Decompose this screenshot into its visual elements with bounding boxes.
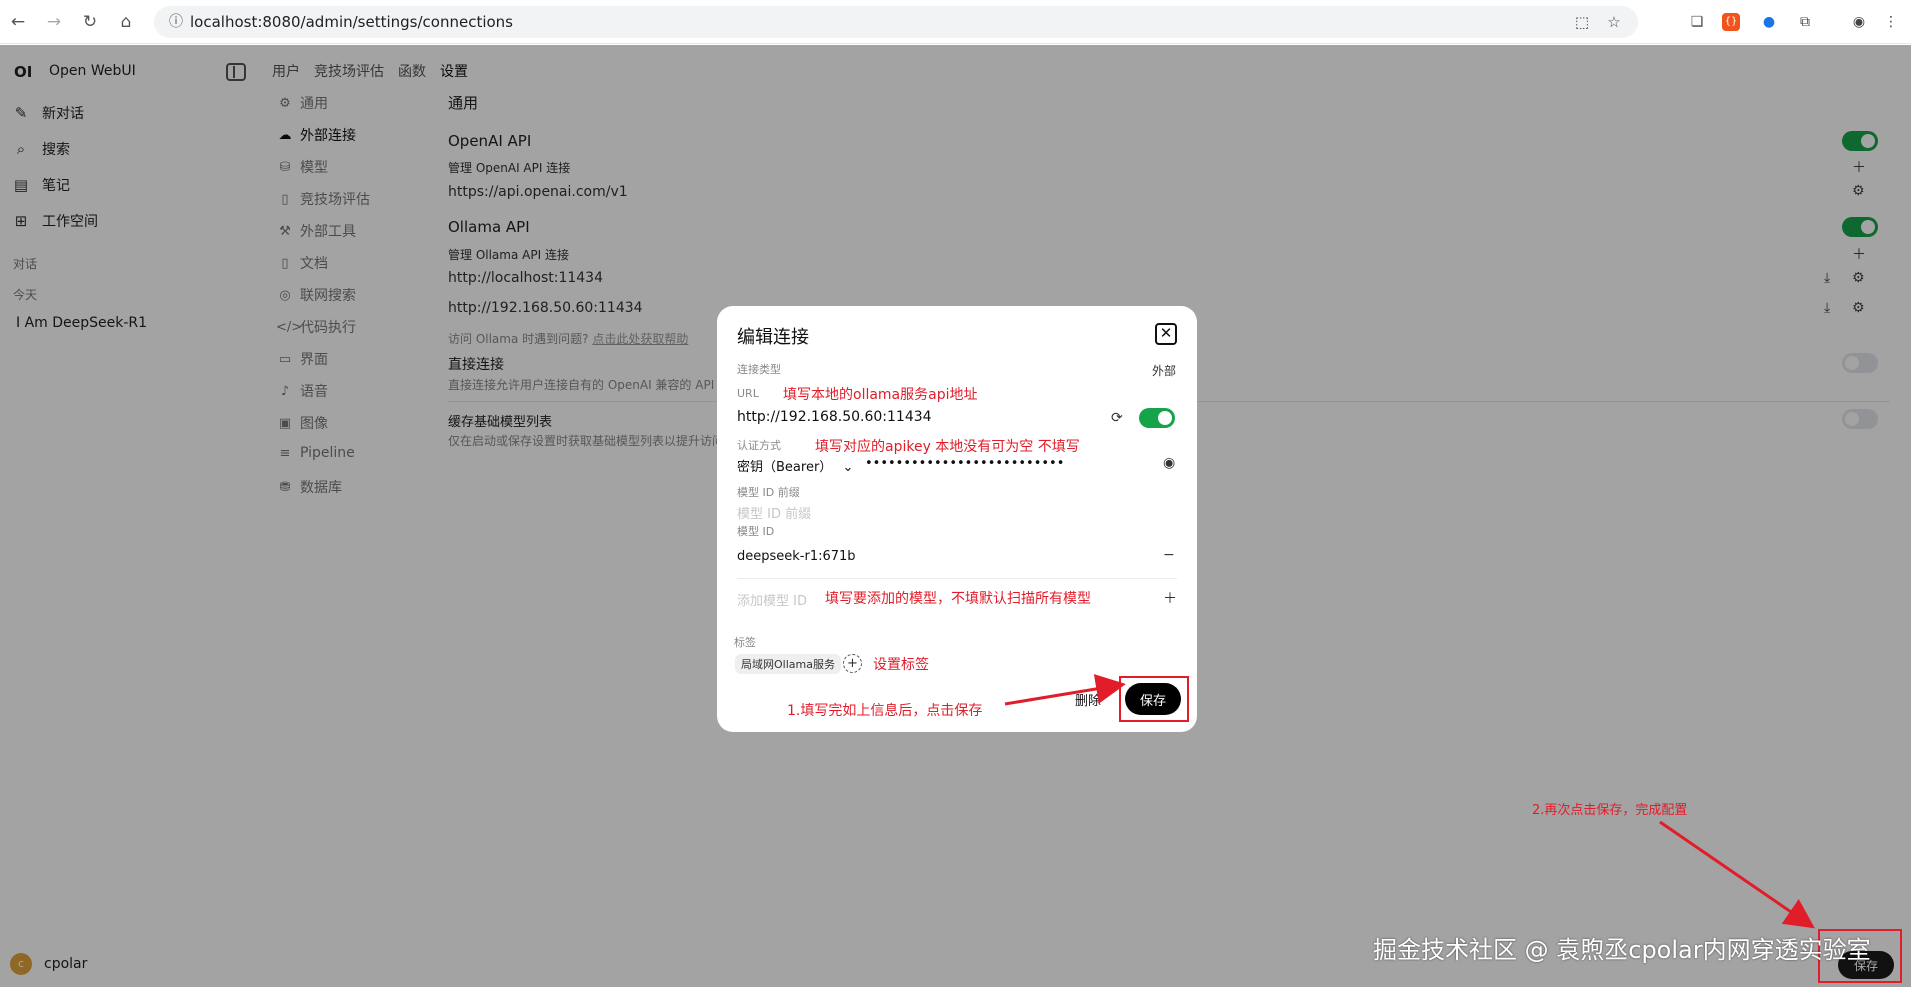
edit-connection-modal: 编辑连接 ✕ 连接类型 外部 URL http://192.168.50.60:… bbox=[717, 306, 1197, 732]
prefix-input[interactable]: 模型 ID 前缀 bbox=[737, 503, 811, 522]
annotation-auth: 填写对应的apikey 本地没有可为空 不填写 bbox=[815, 439, 1080, 455]
puzzle-extensions-icon[interactable]: ⧉ bbox=[1794, 11, 1816, 33]
forward-icon[interactable]: → bbox=[42, 10, 66, 34]
tag-chip[interactable]: 局域网Ollama服务 bbox=[735, 654, 841, 674]
add-tag-icon[interactable]: + bbox=[843, 654, 862, 673]
refresh-icon[interactable]: ⟳ bbox=[1111, 410, 1123, 426]
bookmark-star-icon[interactable]: ☆ bbox=[1604, 12, 1624, 32]
annotation-tag: 设置标签 bbox=[873, 657, 929, 673]
highlight-box bbox=[1119, 676, 1189, 722]
download-extension-icon[interactable]: ● bbox=[1758, 11, 1780, 33]
url-text[interactable]: localhost:8080/admin/settings/connection… bbox=[190, 13, 513, 31]
modal-title: 编辑连接 bbox=[737, 327, 809, 348]
install-app-icon[interactable]: ⬚ bbox=[1572, 12, 1592, 32]
connection-enabled-toggle[interactable] bbox=[1139, 408, 1175, 428]
delete-button[interactable]: 删除 bbox=[1075, 690, 1101, 709]
url-label: URL bbox=[737, 387, 759, 400]
add-model-input[interactable]: 添加模型 ID bbox=[737, 590, 807, 609]
address-bar[interactable]: ⓘ localhost:8080/admin/settings/connecti… bbox=[154, 6, 1638, 38]
prefix-label: 模型 ID 前缀 bbox=[737, 486, 800, 499]
remove-model-icon[interactable]: − bbox=[1163, 547, 1175, 563]
connection-type-value[interactable]: 外部 bbox=[1152, 362, 1176, 379]
eye-icon[interactable]: ◉ bbox=[1163, 455, 1175, 471]
site-info-icon[interactable]: ⓘ bbox=[166, 12, 186, 32]
model-id-label: 模型 ID bbox=[737, 525, 775, 538]
tags-label: 标签 bbox=[734, 636, 756, 649]
home-icon[interactable]: ⌂ bbox=[114, 10, 138, 34]
profile-icon[interactable]: ◉ bbox=[1848, 11, 1870, 33]
url-input[interactable]: http://192.168.50.60:11434 bbox=[737, 409, 932, 425]
auth-label: 认证方式 bbox=[737, 439, 781, 452]
close-icon[interactable]: ✕ bbox=[1155, 323, 1177, 345]
reading-list-icon[interactable]: ❏ bbox=[1686, 11, 1708, 33]
extension-icon[interactable]: {} bbox=[1722, 13, 1740, 31]
api-key-input[interactable]: •••••••••••••••••••••••••• bbox=[865, 456, 1064, 471]
watermark: 掘金技术社区 @ 袁煦丞cpolar内网穿透实验室 bbox=[1373, 936, 1871, 964]
menu-dots-icon[interactable]: ⋮ bbox=[1880, 11, 1902, 33]
browser-toolbar: ← → ↻ ⌂ ⓘ localhost:8080/admin/settings/… bbox=[0, 0, 1911, 44]
auth-method-select[interactable]: 密钥（Bearer） ⌄ bbox=[737, 456, 853, 475]
back-icon[interactable]: ← bbox=[6, 10, 30, 34]
model-id-item: deepseek-r1:671b bbox=[737, 549, 856, 564]
reload-icon[interactable]: ↻ bbox=[78, 10, 102, 34]
connection-type-label: 连接类型 bbox=[737, 363, 781, 376]
annotation-url: 填写本地的ollama服务api地址 bbox=[783, 387, 978, 403]
chevron-down-icon: ⌄ bbox=[842, 460, 854, 475]
annotation-step2: 2.再次点击保存，完成配置 bbox=[1532, 803, 1688, 818]
divider bbox=[737, 578, 1177, 579]
add-model-icon[interactable]: ＋ bbox=[1163, 588, 1177, 608]
annotation-model: 填写要添加的模型，不填默认扫描所有模型 bbox=[825, 591, 1091, 607]
annotation-step1: 1.填写完如上信息后，点击保存 bbox=[787, 703, 983, 719]
auth-method-value: 密钥（Bearer） bbox=[737, 460, 833, 475]
